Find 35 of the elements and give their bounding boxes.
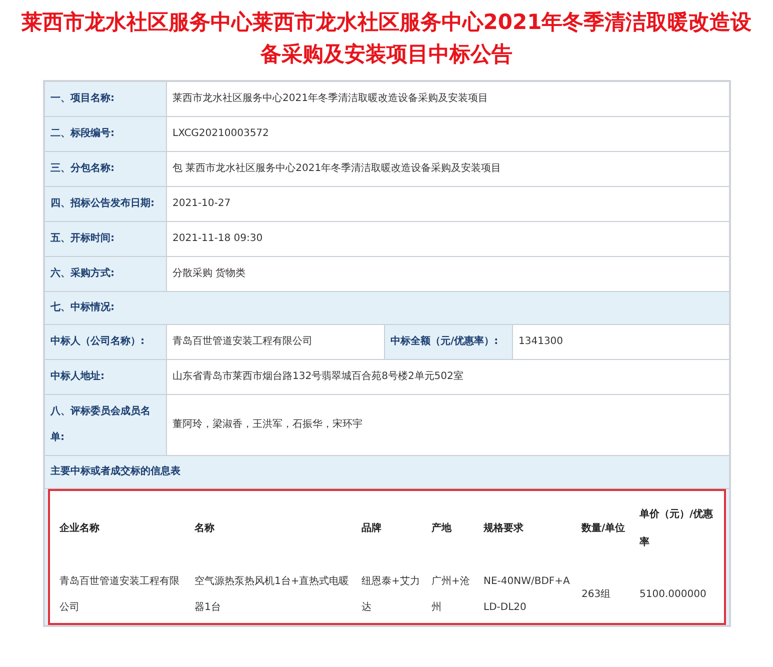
column-header: 企业名称 bbox=[58, 522, 100, 536]
column-header: 品牌 bbox=[360, 522, 382, 536]
column-header: 规格要求 bbox=[482, 522, 524, 536]
column-header: 单价（元）/优惠率 bbox=[638, 508, 714, 550]
field-label: 二、标段编号: bbox=[44, 117, 166, 152]
field-value: 包 莱西市龙水社区服务中心2021年冬季清洁取暖改造设备采购及安装项目 bbox=[166, 152, 728, 187]
field-label: 六、采购方式: bbox=[44, 257, 166, 292]
field-label: 三、分包名称: bbox=[44, 152, 166, 187]
table-cell-text: 263组 bbox=[580, 588, 612, 602]
field-label: 八、评标委员会成员名单: bbox=[44, 395, 166, 456]
field-value: 2021-10-27 bbox=[166, 187, 728, 222]
table-cell-text: 广州+沧州 bbox=[430, 574, 471, 615]
table-cell-text: 青岛百世管道安装工程有限公司 bbox=[58, 574, 180, 615]
table-cell-text: 5100.000000 bbox=[638, 588, 708, 602]
field-label: 中标人（公司名称）: bbox=[44, 325, 166, 360]
table-cell-text: NE-40NW/BDF+ALD-DL20 bbox=[482, 575, 571, 615]
field-label: 中标全额（元/优惠率）: bbox=[384, 325, 512, 360]
field-label: 中标人地址: bbox=[44, 360, 166, 395]
section-heading: 七、中标情况: bbox=[44, 292, 728, 325]
field-value: 1341300 bbox=[512, 325, 728, 360]
notice-title: 莱西市龙水社区服务中心莱西市龙水社区服务中心2021年冬季清洁取暖改造设备采购及安装项目中标公告 bbox=[20, 9, 753, 68]
field-label: 一、项目名称: bbox=[44, 82, 166, 117]
field-value: LXCG20210003572 bbox=[166, 117, 728, 152]
table-cell-text: 纽恩泰+艾力达 bbox=[360, 574, 421, 615]
table-cell-text: 空气源热泵热风机1台+直热式电暖器1台 bbox=[194, 574, 350, 615]
field-value: 青岛百世管道安装工程有限公司 bbox=[166, 325, 384, 360]
column-header: 产地 bbox=[430, 522, 452, 536]
column-header: 名称 bbox=[194, 522, 216, 536]
column-header: 数量/单位 bbox=[580, 522, 626, 536]
section-heading: 主要中标或者成交标的信息表 bbox=[44, 456, 728, 489]
field-value: 莱西市龙水社区服务中心2021年冬季清洁取暖改造设备采购及安装项目 bbox=[166, 82, 728, 117]
field-value: 山东省青岛市莱西市烟台路132号翡翠城百合苑8号楼2单元502室 bbox=[166, 360, 728, 395]
field-label: 四、招标公告发布日期: bbox=[44, 187, 166, 222]
field-label: 五、开标时间: bbox=[44, 222, 166, 257]
field-value: 2021-11-18 09:30 bbox=[166, 222, 728, 257]
